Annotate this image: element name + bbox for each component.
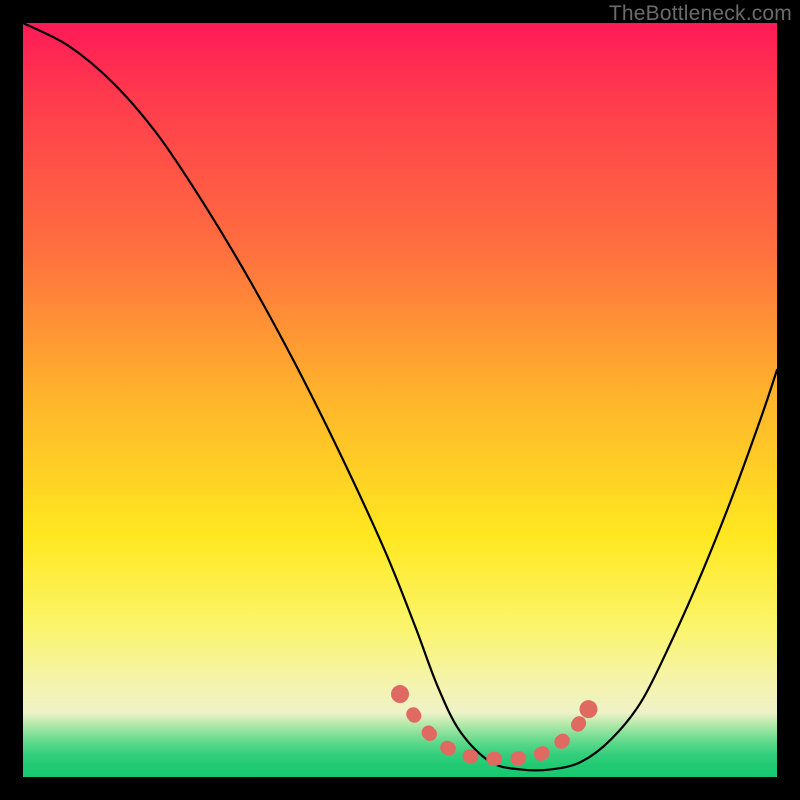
- chart-frame: TheBottleneck.com: [0, 0, 800, 800]
- watermark-text: TheBottleneck.com: [609, 2, 792, 26]
- sweet-spot-marker: [391, 685, 598, 759]
- bottleneck-curve: [23, 23, 777, 770]
- chart-svg: [23, 23, 777, 777]
- plot-area: [23, 23, 777, 777]
